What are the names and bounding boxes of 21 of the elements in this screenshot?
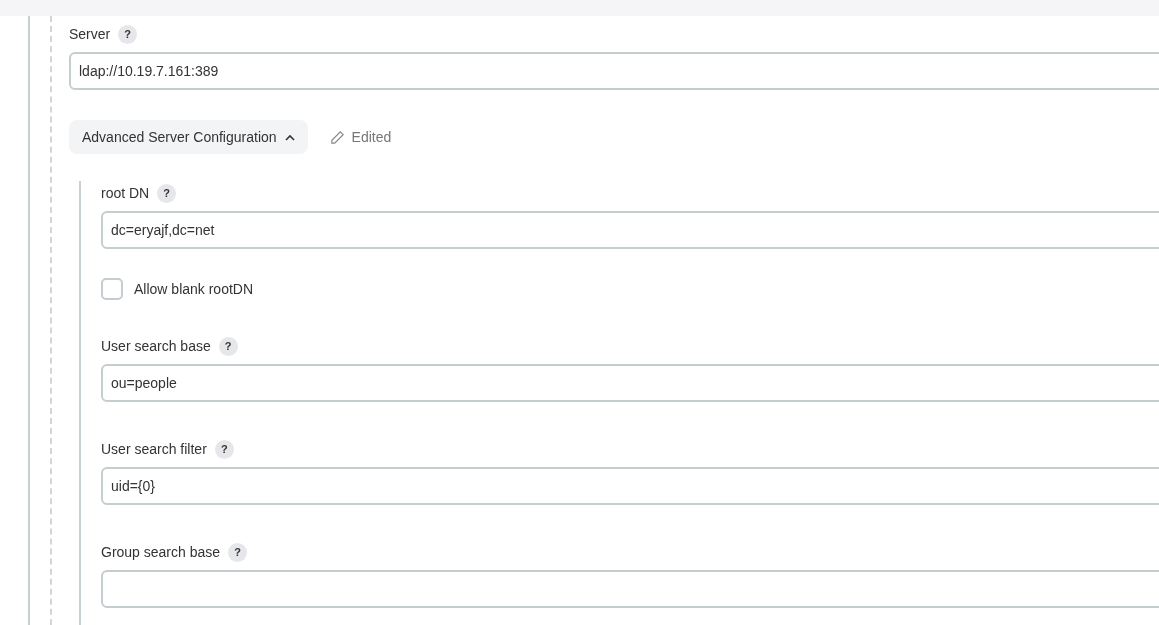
- help-icon[interactable]: ?: [118, 24, 138, 44]
- input-field[interactable]: uid={0}: [101, 467, 1159, 505]
- help-icon[interactable]: ?: [157, 183, 177, 203]
- help-icon[interactable]: ?: [218, 336, 238, 356]
- checkbox[interactable]: [101, 278, 123, 300]
- field-label: Group search base: [101, 544, 221, 560]
- checkbox-label: Allow blank rootDN: [134, 281, 254, 297]
- field-label: User search base: [101, 338, 211, 354]
- input-field[interactable]: ou=people: [101, 364, 1159, 402]
- field-label: User search filter: [101, 441, 207, 457]
- edited-status: Edited: [351, 129, 392, 145]
- caret-icon: [284, 133, 295, 141]
- field-label: root DN: [101, 185, 150, 201]
- input-field[interactable]: [101, 570, 1159, 608]
- advanced-toggle-button[interactable]: Advanced Server Configuration: [69, 120, 308, 154]
- help-icon[interactable]: ?: [214, 439, 234, 459]
- field-label: Server: [69, 26, 111, 42]
- pencil-icon: [329, 129, 345, 145]
- input-field[interactable]: dc=eryajf,dc=net: [101, 211, 1159, 249]
- help-icon[interactable]: ?: [228, 542, 248, 562]
- server-field[interactable]: ldap://10.19.7.161:389: [69, 52, 1159, 90]
